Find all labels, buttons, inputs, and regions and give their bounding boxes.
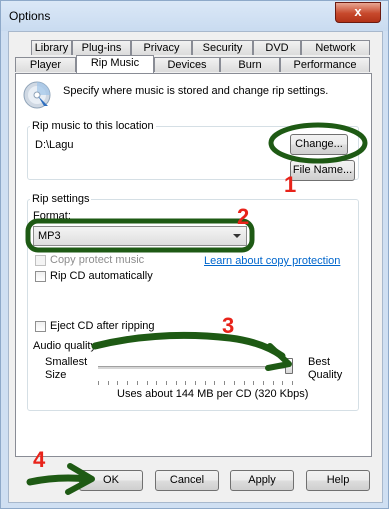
audio-quality-label: Audio quality: <box>33 340 100 352</box>
copy-protect-checkbox[interactable] <box>35 255 46 266</box>
eject-cd-checkbox[interactable] <box>35 321 46 332</box>
rip-settings-label: Rip settings <box>30 193 92 205</box>
close-button[interactable]: x <box>335 2 381 23</box>
slider-tick <box>127 381 129 385</box>
cd-icon <box>23 81 51 109</box>
title-bar[interactable]: Options x <box>1 1 388 31</box>
tab-dvd[interactable]: DVD <box>253 40 301 55</box>
slider-tick <box>233 381 235 385</box>
slider-tick <box>272 381 274 385</box>
tab-privacy[interactable]: Privacy <box>131 40 192 55</box>
slider-tick <box>107 381 109 385</box>
tab-plug-ins[interactable]: Plug-ins <box>72 40 131 55</box>
slider-tick <box>185 381 187 385</box>
quality-slider-thumb[interactable] <box>285 358 293 374</box>
slider-tick <box>214 381 216 385</box>
slider-tick <box>282 381 284 385</box>
annotation-step-2: 2 <box>237 204 250 229</box>
location-group-label: Rip music to this location <box>30 120 156 132</box>
quality-slider-track[interactable] <box>98 366 293 369</box>
tab-devices[interactable]: Devices <box>154 57 220 72</box>
cancel-button[interactable]: Cancel <box>155 470 219 491</box>
location-path: D:\Lagu <box>35 139 74 151</box>
slider-tick <box>98 381 99 385</box>
help-button[interactable]: Help <box>306 470 370 491</box>
slider-tick <box>156 381 158 385</box>
tab-library[interactable]: Library <box>31 40 72 55</box>
apply-button[interactable]: Apply <box>230 470 294 491</box>
slider-tick <box>175 381 177 385</box>
window-title: Options <box>9 9 51 23</box>
slider-tick <box>136 381 138 385</box>
slider-tick <box>224 381 226 385</box>
file-name-button[interactable]: File Name... <box>290 160 355 181</box>
ok-button[interactable]: OK <box>79 470 143 491</box>
copy-protection-link[interactable]: Learn about copy protection <box>204 255 340 267</box>
smallest-size-label: Smallest Size <box>45 356 88 381</box>
slider-tick <box>165 381 167 385</box>
annotation-step-4: 4 <box>33 447 46 472</box>
format-dropdown[interactable]: MP3 <box>33 226 247 246</box>
tab-player[interactable]: Player <box>15 57 76 72</box>
slider-tick <box>262 381 264 385</box>
rip-cd-automatically-checkbox[interactable] <box>35 271 46 282</box>
best-quality-label: Best Quality <box>308 356 343 381</box>
annotation-step-3: 3 <box>222 313 235 338</box>
slider-tick <box>117 381 119 385</box>
slider-tick <box>243 381 245 385</box>
rip-cd-automatically-label: Rip CD automatically <box>50 270 153 282</box>
slider-tick <box>253 381 255 385</box>
copy-protect-label: Copy protect music <box>50 254 145 266</box>
tab-performance[interactable]: Performance <box>280 57 370 72</box>
change-button[interactable]: Change... <box>290 134 348 155</box>
usage-text: Uses about 144 MB per CD (320 Kbps) <box>117 388 309 400</box>
tab-security[interactable]: Security <box>192 40 253 55</box>
slider-tick <box>195 381 196 385</box>
format-label: Format: <box>33 210 71 222</box>
slider-tick <box>204 381 206 385</box>
quality-slider-ticks <box>98 381 293 385</box>
format-value: MP3 <box>38 230 61 242</box>
chevron-down-icon <box>233 234 241 238</box>
slider-tick <box>146 381 148 385</box>
tab-rip-music[interactable]: Rip Music <box>76 55 154 73</box>
slider-tick <box>292 381 293 385</box>
tab-burn[interactable]: Burn <box>220 57 280 72</box>
intro-text: Specify where music is stored and change… <box>63 85 329 97</box>
eject-cd-label: Eject CD after ripping <box>50 320 155 332</box>
annotation-step-1: 1 <box>284 172 297 197</box>
tab-network[interactable]: Network <box>301 40 370 55</box>
